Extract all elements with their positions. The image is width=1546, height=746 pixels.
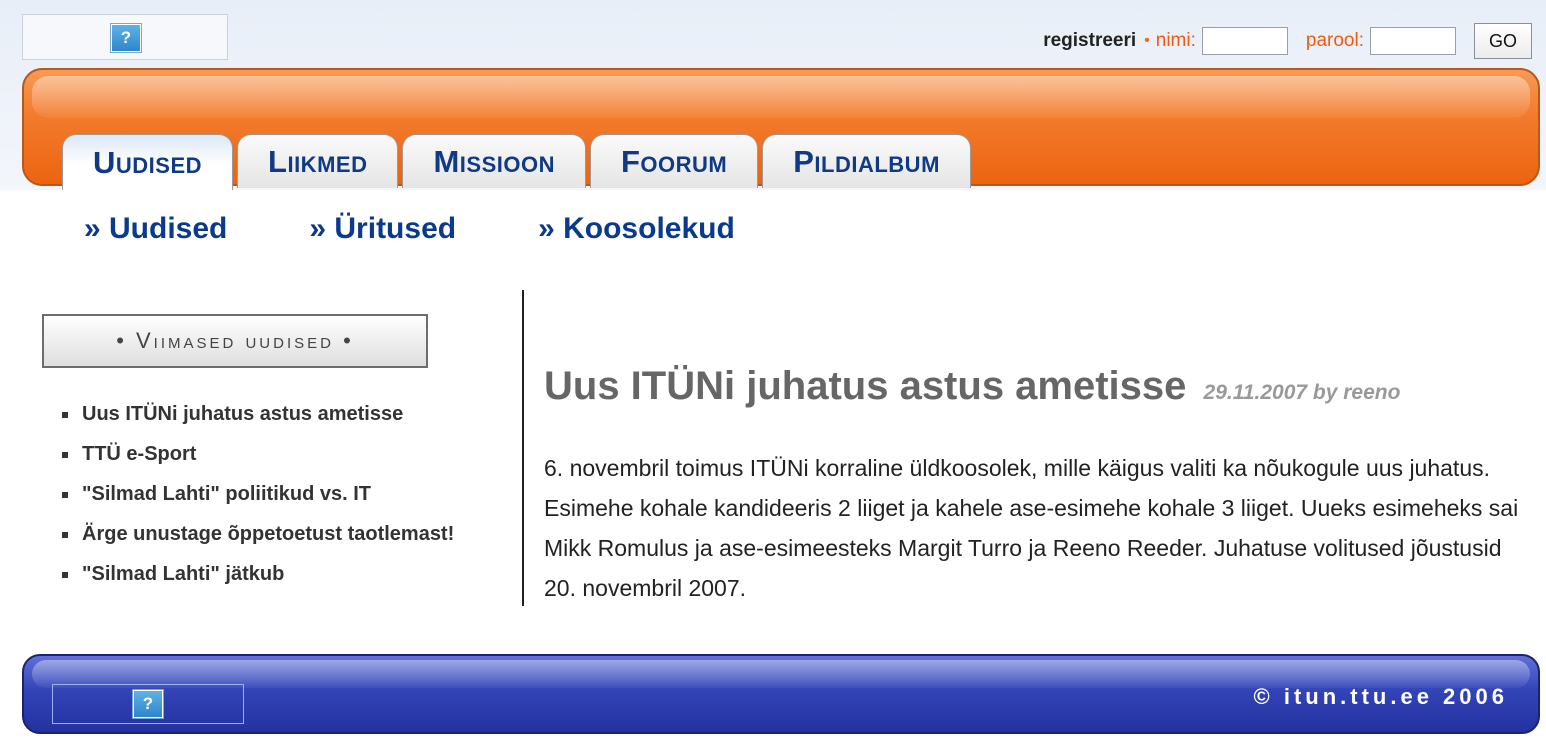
list-item: TTÜ e-Sport (62, 434, 492, 474)
site-logo[interactable]: ? (22, 14, 228, 60)
square-bullet-icon (62, 451, 68, 458)
subnav-koosolekud[interactable]: » Koosolekud (538, 212, 735, 246)
sub-navigation: » Uudised » Üritused » Koosolekud (84, 212, 817, 246)
list-item: "Silmad Lahti" poliitikud vs. IT (62, 474, 492, 514)
square-bullet-icon (62, 411, 68, 418)
square-bullet-icon (62, 571, 68, 578)
password-input[interactable] (1370, 27, 1456, 55)
login-form: registreeri • nimi: parool: GO (1043, 23, 1532, 59)
password-label: parool: (1305, 30, 1364, 51)
tab-missioon[interactable]: Missioon (402, 134, 586, 188)
article-meta: 29.11.2007 by reeno (1203, 381, 1401, 404)
news-link[interactable]: Ärge unustage õppetoetust taotlemast! (82, 523, 454, 545)
tab-foorum[interactable]: Foorum (589, 134, 759, 188)
broken-image-icon: ? (110, 23, 142, 53)
article-title: Uus ITÜNi juhatus astus ametisse (544, 364, 1187, 408)
bullet-icon: • (1144, 32, 1150, 49)
list-item: Ärge unustage õppetoetust taotlemast! (62, 514, 492, 554)
latest-news-header: • Viimased uudised • (42, 314, 428, 368)
article-heading: Uus ITÜNi juhatus astus ametisse 29.11.2… (544, 364, 1400, 409)
footer-logo[interactable]: ? (52, 684, 244, 724)
news-link[interactable]: "Silmad Lahti" poliitikud vs. IT (82, 483, 371, 505)
subnav-uudised[interactable]: » Uudised (84, 212, 227, 246)
tab-liikmed[interactable]: Liikmed (237, 134, 399, 188)
name-input[interactable] (1201, 27, 1288, 55)
square-bullet-icon (62, 531, 68, 538)
news-link[interactable]: Uus ITÜNi juhatus astus ametisse (82, 403, 403, 425)
tab-pildialbum[interactable]: Pildialbum (762, 134, 971, 188)
go-button[interactable]: GO (1474, 23, 1532, 59)
news-link[interactable]: "Silmad Lahti" jätkub (82, 563, 284, 585)
name-label: nimi: (1155, 30, 1196, 51)
news-link[interactable]: TTÜ e-Sport (82, 443, 196, 465)
list-item: "Silmad Lahti" jätkub (62, 554, 492, 594)
column-divider (522, 290, 524, 606)
tab-uudised[interactable]: Uudised (62, 134, 234, 190)
main-tabs: Uudised Liikmed Missioon Foorum Pildialb… (62, 134, 975, 190)
square-bullet-icon (62, 491, 68, 498)
nav-bar-highlight (32, 76, 1530, 118)
latest-news-list: Uus ITÜNi juhatus astus ametisse TTÜ e-S… (62, 394, 492, 594)
broken-image-icon: ? (132, 689, 164, 719)
copyright-text: © itun.ttu.ee 2006 (1253, 684, 1508, 709)
article-body: 6. novembril toimus ITÜNi korraline üldk… (544, 455, 1519, 601)
list-item: Uus ITÜNi juhatus astus ametisse (62, 394, 492, 434)
register-link[interactable]: registreeri (1043, 30, 1136, 52)
subnav-uritused[interactable]: » Üritused (309, 212, 456, 246)
